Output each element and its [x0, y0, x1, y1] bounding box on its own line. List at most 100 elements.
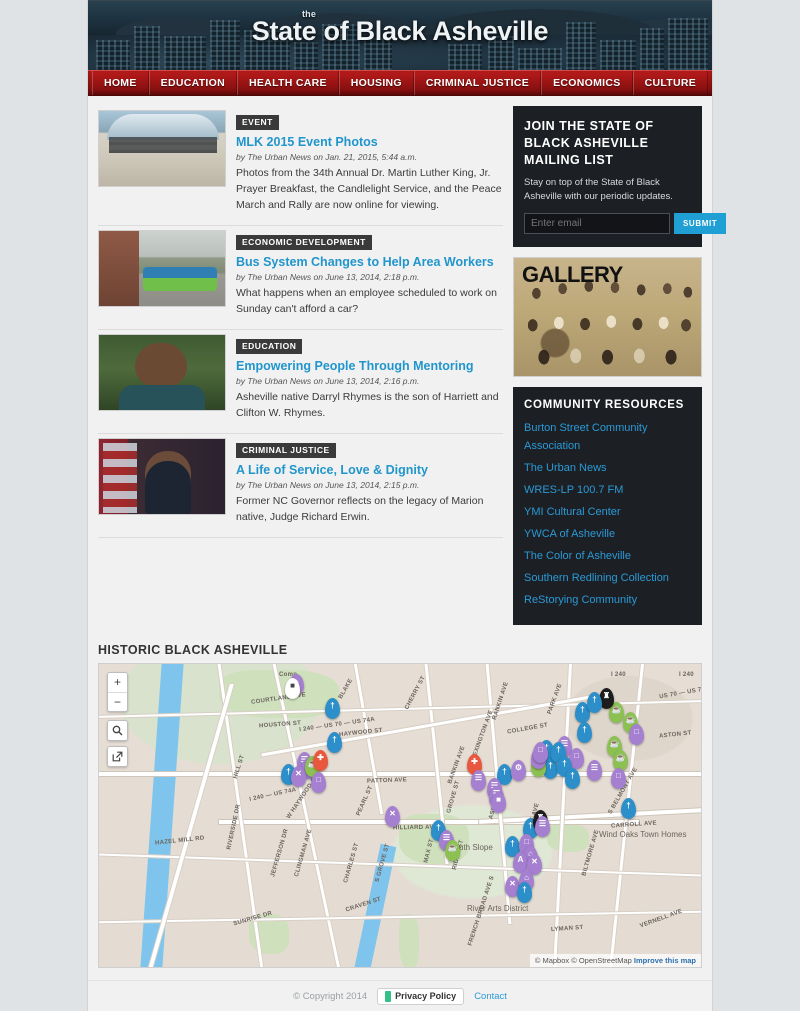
- privacy-policy-badge[interactable]: Privacy Policy: [377, 987, 465, 1005]
- map-pin-icon: ☕: [447, 842, 458, 852]
- article-category-badge[interactable]: ECONOMIC DEVELOPMENT: [236, 235, 372, 250]
- map-pin-purple[interactable]: ☰: [535, 816, 550, 838]
- map-pin-icon: ■: [496, 794, 501, 804]
- map-pin-purple[interactable]: □: [533, 742, 548, 764]
- resource-link[interactable]: The Urban News: [524, 462, 607, 474]
- resource-list-item: The Urban News: [524, 458, 691, 476]
- map-search-control[interactable]: [107, 720, 128, 742]
- article-item: EVENT MLK 2015 Event Photos by The Urban N…: [98, 106, 503, 227]
- nav-item-health-care[interactable]: HEALTH CARE: [237, 71, 339, 95]
- nav-item-criminal-justice[interactable]: CRIMINAL JUSTICE: [413, 71, 542, 95]
- map-heading: HISTORIC BLACK ASHEVILLE: [98, 643, 288, 658]
- article-item: ECONOMIC DEVELOPMENT Bus System Changes t…: [98, 226, 503, 331]
- map-pin-purple[interactable]: ✕: [291, 766, 306, 788]
- map-pin-blue[interactable]: †: [565, 768, 580, 790]
- map-pin-white[interactable]: ■: [285, 678, 300, 700]
- article-list: EVENT MLK 2015 Event Photos by The Urban N…: [98, 106, 503, 635]
- page-title: the State of Black Asheville: [88, 9, 712, 47]
- map-pin-purple[interactable]: □: [611, 768, 626, 790]
- improve-map-link[interactable]: Improve this map: [634, 956, 696, 965]
- article-body: EVENT MLK 2015 Event Photos by The Urban N…: [236, 110, 503, 213]
- article-title-link[interactable]: Bus System Changes to Help Area Workers: [236, 255, 503, 270]
- map-pin-purple[interactable]: ☰: [471, 770, 486, 792]
- nav-item-education[interactable]: EDUCATION: [148, 71, 237, 95]
- resource-link[interactable]: The Color of Asheville: [524, 550, 631, 562]
- article-title-link[interactable]: Empowering People Through Mentoring: [236, 359, 503, 374]
- article-byline: by The Urban News on June 13, 2014, 2:16…: [236, 375, 420, 386]
- map-zoom-controls[interactable]: + −: [107, 672, 128, 713]
- map-pin-purple[interactable]: ☰: [587, 760, 602, 782]
- resource-link[interactable]: Burton Street Community Association: [524, 422, 648, 452]
- article-category-badge[interactable]: CRIMINAL JUSTICE: [236, 443, 336, 458]
- street-label: I 240: [679, 672, 694, 679]
- historic-black-asheville-map[interactable]: COURTLAND AVE HOUSTON ST HILL ST BLAKE CHERR…: [98, 663, 702, 969]
- map-pin-red[interactable]: ✚: [313, 750, 328, 772]
- map-pin-blue[interactable]: †: [587, 692, 602, 714]
- map-pin-purple[interactable]: ■: [491, 792, 506, 814]
- sidebar: JOIN THE STATE OF BLACK ASHEVILLE MAILIN…: [513, 106, 727, 635]
- zoom-in-button[interactable]: +: [108, 673, 127, 693]
- mailing-list-panel: JOIN THE STATE OF BLACK ASHEVILLE MAILIN…: [513, 106, 727, 248]
- resource-link[interactable]: YWCA of Asheville: [524, 528, 615, 540]
- map-pin-purple[interactable]: □: [629, 724, 644, 746]
- map-pin-icon: ☰: [590, 762, 599, 772]
- map-pin-icon: ☰: [474, 772, 483, 782]
- map-pin-icon: ⚙: [514, 762, 523, 772]
- map-pin-green[interactable]: ☕: [445, 840, 460, 862]
- article-excerpt: Asheville native Darryl Rhymes is the so…: [236, 390, 499, 420]
- search-icon[interactable]: [108, 721, 127, 741]
- article-title-link[interactable]: A Life of Service, Love & Dignity: [236, 463, 503, 478]
- map-pin-purple[interactable]: ✕: [385, 806, 400, 828]
- map-pin-icon: □: [538, 744, 543, 754]
- share-icon[interactable]: [108, 747, 127, 767]
- map-pin-purple[interactable]: □: [311, 772, 326, 794]
- submit-button[interactable]: SUBMIT: [674, 213, 727, 235]
- map-pin-purple[interactable]: ⚙: [511, 760, 526, 782]
- article-thumbnail[interactable]: [98, 438, 226, 516]
- zoom-out-button[interactable]: −: [108, 692, 127, 712]
- map-pin-icon: †: [592, 694, 597, 704]
- map-pin-icon: †: [286, 766, 291, 776]
- shield-icon: [385, 990, 392, 1002]
- map-pin-blue[interactable]: †: [325, 698, 340, 720]
- map-pin-icon: †: [548, 760, 553, 770]
- resource-list-item: Burton Street Community Association: [524, 418, 691, 454]
- main-content: EVENT MLK 2015 Event Photos by The Urban N…: [88, 96, 727, 635]
- resource-link[interactable]: WRES-LP 100.7 FM: [524, 484, 623, 496]
- resource-link[interactable]: Southern Redlining Collection: [524, 572, 669, 584]
- nav-item-home[interactable]: HOME: [91, 71, 149, 95]
- nav-item-economics[interactable]: ECONOMICS: [541, 71, 633, 95]
- article-category-badge[interactable]: EDUCATION: [236, 339, 303, 354]
- map-pin-blue[interactable]: †: [577, 722, 592, 744]
- map-pin-blue[interactable]: †: [327, 732, 342, 754]
- map-pin-blue[interactable]: †: [621, 798, 636, 820]
- contact-link[interactable]: Contact: [474, 991, 507, 1002]
- map-pin-icon: □: [524, 836, 529, 846]
- map-pin-icon: ✕: [295, 768, 302, 778]
- mapbox-attribution: © Mapbox: [534, 956, 570, 966]
- resource-list-item: YWCA of Asheville: [524, 524, 691, 542]
- article-body: ECONOMIC DEVELOPMENT Bus System Changes t…: [236, 230, 503, 317]
- article-thumbnail[interactable]: [98, 110, 226, 187]
- resource-link[interactable]: YMI Cultural Center: [524, 506, 621, 518]
- nav-item-culture[interactable]: CULTURE: [632, 71, 709, 95]
- site-container: the State of Black Asheville HOME EDUCATI…: [88, 0, 727, 1011]
- map-share-control[interactable]: [107, 746, 128, 768]
- resource-link[interactable]: ReStorying Community: [524, 594, 637, 606]
- article-title-link[interactable]: MLK 2015 Event Photos: [236, 135, 503, 150]
- nav-item-housing[interactable]: HOUSING: [338, 71, 414, 95]
- main-navigation[interactable]: HOME EDUCATION HEALTH CARE HOUSING CRIMINAL …: [88, 70, 712, 96]
- email-input[interactable]: [524, 213, 670, 235]
- community-resources-panel: COMMUNITY RESOURCES Burton Street Commun…: [513, 387, 702, 626]
- street-label: I 240: [611, 672, 626, 679]
- map-attribution: © Mapbox © OpenStreetMap Improve this ma…: [529, 954, 701, 968]
- masthead: the State of Black Asheville: [88, 0, 712, 70]
- article-thumbnail[interactable]: [98, 334, 226, 412]
- article-thumbnail[interactable]: [98, 230, 226, 308]
- map-pin-icon: ♜: [602, 690, 611, 700]
- article-category-badge[interactable]: EVENT: [236, 115, 279, 130]
- map-pin-blue[interactable]: †: [517, 882, 532, 904]
- masthead-title: State of Black Asheville: [251, 16, 549, 46]
- map-pin-icon: †: [562, 758, 567, 768]
- gallery-panel[interactable]: GALLERY: [513, 257, 702, 378]
